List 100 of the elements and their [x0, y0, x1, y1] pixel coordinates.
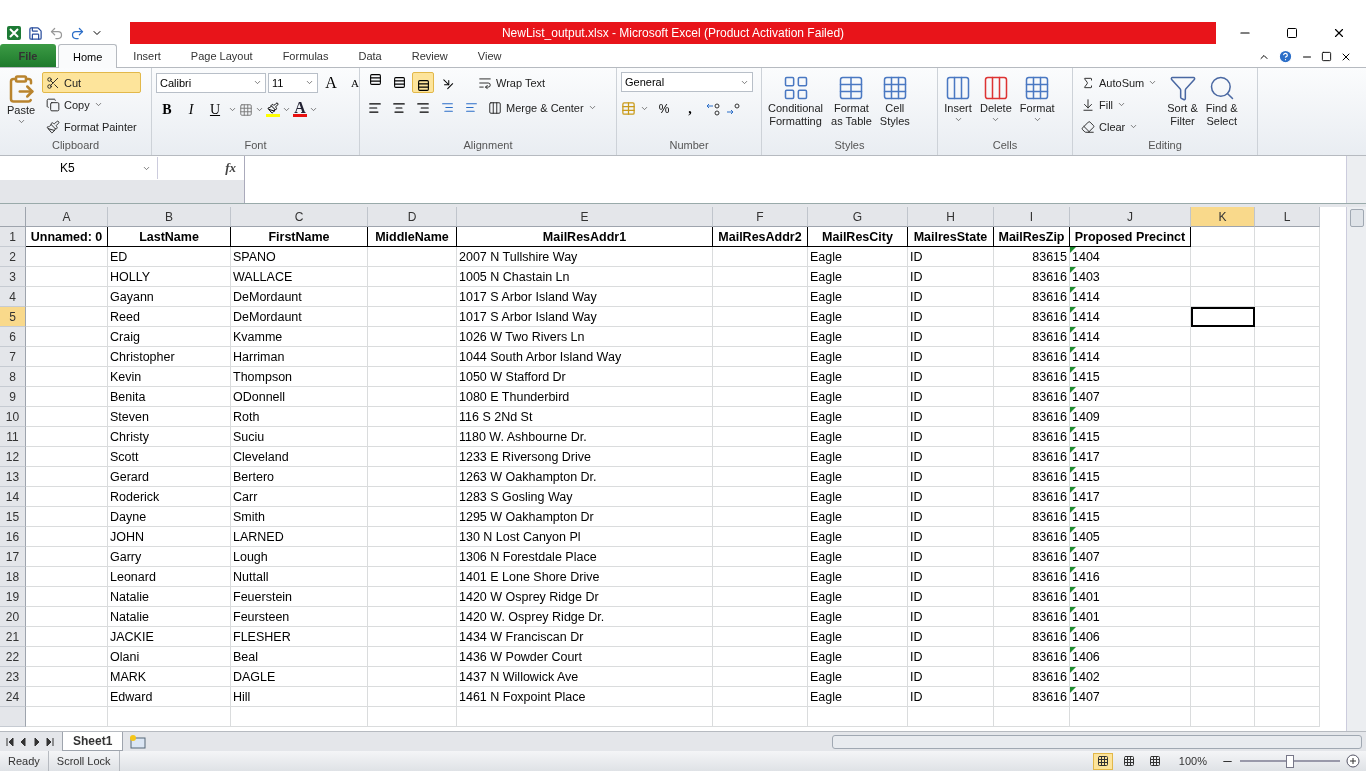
table-cell[interactable]: Kvamme: [231, 327, 368, 347]
table-cell[interactable]: Suciu: [231, 427, 368, 447]
table-cell[interactable]: WALLACE: [231, 267, 368, 287]
empty-cell[interactable]: [368, 307, 457, 327]
empty-cell[interactable]: [1191, 687, 1255, 707]
clipboard-button[interactable]: Copy: [42, 94, 141, 115]
empty-cell[interactable]: [713, 287, 808, 307]
empty-cell[interactable]: [713, 447, 808, 467]
table-cell[interactable]: JACKIE: [108, 627, 231, 647]
table-cell[interactable]: DeMordaunt: [231, 287, 368, 307]
table-cell[interactable]: ODonnell: [231, 387, 368, 407]
table-cell[interactable]: ID: [908, 507, 994, 527]
empty-cell[interactable]: [1255, 447, 1320, 467]
table-cell[interactable]: 83616: [994, 267, 1070, 287]
column-header[interactable]: L: [1255, 207, 1320, 227]
empty-cell[interactable]: [368, 707, 457, 727]
clipboard-button[interactable]: Format Painter: [42, 116, 141, 137]
row-header[interactable]: 10: [0, 407, 26, 427]
table-cell[interactable]: Steven: [108, 407, 231, 427]
table-cell[interactable]: ID: [908, 427, 994, 447]
column-header[interactable]: K: [1191, 207, 1255, 227]
table-cell[interactable]: Feursteen: [231, 607, 368, 627]
table-cell[interactable]: Lough: [231, 547, 368, 567]
table-cell[interactable]: Thompson: [231, 367, 368, 387]
help-icon[interactable]: [1278, 49, 1293, 64]
empty-cell[interactable]: [1191, 667, 1255, 687]
empty-cell[interactable]: [908, 707, 994, 727]
table-cell[interactable]: 1283 S Gosling Way: [457, 487, 713, 507]
empty-cell[interactable]: [368, 467, 457, 487]
ribbon-tab[interactable]: Data: [344, 44, 396, 67]
table-cell[interactable]: JOHN: [108, 527, 231, 547]
empty-cell[interactable]: [713, 367, 808, 387]
empty-cell[interactable]: [1191, 467, 1255, 487]
table-cell[interactable]: 83616: [994, 667, 1070, 687]
table-cell[interactable]: 1005 N Chastain Ln: [457, 267, 713, 287]
table-cell[interactable]: 1415: [1070, 507, 1191, 527]
save-icon[interactable]: [28, 25, 43, 41]
table-cell[interactable]: LARNED: [231, 527, 368, 547]
empty-cell[interactable]: [368, 347, 457, 367]
empty-cell[interactable]: [1191, 607, 1255, 627]
table-cell[interactable]: 83616: [994, 607, 1070, 627]
table-cell[interactable]: 1461 N Foxpoint Place: [457, 687, 713, 707]
table-cell[interactable]: 1263 W Oakhampton Dr.: [457, 467, 713, 487]
name-box[interactable]: K5: [0, 157, 158, 179]
empty-cell[interactable]: [368, 407, 457, 427]
empty-cell[interactable]: [1191, 647, 1255, 667]
empty-cell[interactable]: [1191, 367, 1255, 387]
row-header[interactable]: 1: [0, 227, 26, 247]
table-cell[interactable]: 1414: [1070, 347, 1191, 367]
table-cell[interactable]: Eagle: [808, 327, 908, 347]
table-cell[interactable]: 1403: [1070, 267, 1191, 287]
cells-button[interactable]: Delete: [978, 72, 1014, 139]
empty-cell[interactable]: [1255, 707, 1320, 727]
row-header[interactable]: 17: [0, 547, 26, 567]
empty-cell[interactable]: [1191, 567, 1255, 587]
row-header[interactable]: 2: [0, 247, 26, 267]
row-header[interactable]: 11: [0, 427, 26, 447]
fill-color-button[interactable]: [266, 102, 280, 117]
table-cell[interactable]: 1017 S Arbor Island Way: [457, 307, 713, 327]
table-cell[interactable]: Olani: [108, 647, 231, 667]
table-cell[interactable]: Eagle: [808, 467, 908, 487]
table-cell[interactable]: 83616: [994, 367, 1070, 387]
table-cell[interactable]: Kevin: [108, 367, 231, 387]
table-cell[interactable]: 83615: [994, 247, 1070, 267]
table-cell[interactable]: 1401: [1070, 607, 1191, 627]
table-cell[interactable]: ID: [908, 547, 994, 567]
table-cell[interactable]: 1436 W Powder Court: [457, 647, 713, 667]
table-cell[interactable]: ID: [908, 347, 994, 367]
empty-cell[interactable]: [1255, 307, 1320, 327]
formula-bar-scrollbar[interactable]: [1346, 156, 1366, 203]
empty-cell[interactable]: [1191, 387, 1255, 407]
table-cell[interactable]: 130 N Lost Canyon Pl: [457, 527, 713, 547]
font-style-button[interactable]: U: [204, 99, 226, 120]
table-cell[interactable]: Eagle: [808, 367, 908, 387]
font-size-field[interactable]: 11: [268, 72, 318, 93]
empty-cell[interactable]: [1191, 267, 1255, 287]
table-cell[interactable]: Edward: [108, 687, 231, 707]
table-cell[interactable]: ID: [908, 307, 994, 327]
ribbon-tab[interactable]: Review: [397, 44, 462, 67]
table-cell[interactable]: DeMordaunt: [231, 307, 368, 327]
table-cell[interactable]: 83616: [994, 507, 1070, 527]
styles-button[interactable]: Conditional Formatting: [766, 72, 826, 139]
table-cell[interactable]: 83616: [994, 447, 1070, 467]
table-cell[interactable]: ID: [908, 407, 994, 427]
table-cell[interactable]: Eagle: [808, 647, 908, 667]
table-cell[interactable]: 1414: [1070, 327, 1191, 347]
empty-cell[interactable]: [1255, 387, 1320, 407]
insert-function-button[interactable]: fx: [225, 160, 244, 176]
table-cell[interactable]: Eagle: [808, 547, 908, 567]
empty-cell[interactable]: [368, 427, 457, 447]
table-cell[interactable]: 83616: [994, 347, 1070, 367]
table-cell[interactable]: 1050 W Stafford Dr: [457, 367, 713, 387]
empty-cell[interactable]: [713, 627, 808, 647]
table-cell[interactable]: 1414: [1070, 287, 1191, 307]
empty-cell[interactable]: [1191, 247, 1255, 267]
empty-cell[interactable]: [1255, 247, 1320, 267]
zoom-in-icon[interactable]: [1346, 754, 1360, 768]
table-cell[interactable]: 1417: [1070, 487, 1191, 507]
empty-cell[interactable]: [713, 387, 808, 407]
font-name-field[interactable]: Calibri: [156, 72, 266, 93]
